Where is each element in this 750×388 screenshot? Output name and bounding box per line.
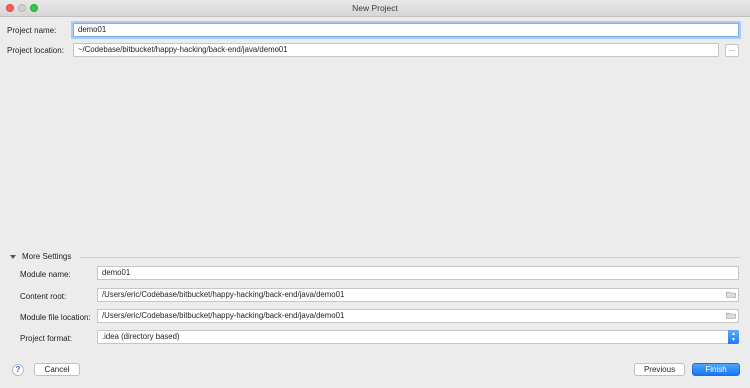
module-file-folder-icon[interactable] <box>726 312 736 319</box>
project-name-input[interactable]: demo01 <box>73 23 739 37</box>
previous-button[interactable]: Previous <box>634 363 685 376</box>
more-settings-label: More Settings <box>22 252 72 261</box>
module-file-location-label: Module file location: <box>20 313 91 322</box>
project-format-label: Project format: <box>20 334 73 343</box>
browse-location-button[interactable]: ... <box>725 44 739 57</box>
content-root-input[interactable]: /Users/eric/Codebase/bitbucket/happy-hac… <box>97 288 739 302</box>
project-format-select[interactable]: .idea (directory based) ▲ ▼ <box>97 330 739 344</box>
select-arrows-icon: ▲ ▼ <box>728 330 739 344</box>
cancel-button[interactable]: Cancel <box>34 363 80 376</box>
content-root-folder-icon[interactable] <box>726 291 736 298</box>
title-bar: New Project <box>0 0 750 17</box>
help-button[interactable]: ? <box>12 364 24 376</box>
more-settings-toggle[interactable]: More Settings <box>10 252 71 261</box>
project-name-label: Project name: <box>7 26 57 35</box>
project-location-label: Project location: <box>7 46 64 55</box>
module-name-input[interactable]: demo01 <box>97 266 739 280</box>
new-project-window: New Project Project name: demo01 Project… <box>0 0 750 388</box>
content-root-label: Content root: <box>20 292 67 301</box>
chevron-down-icon <box>10 254 16 259</box>
project-location-input[interactable]: ~/Codebase/bitbucket/happy-hacking/back-… <box>73 43 719 57</box>
module-name-label: Module name: <box>20 270 71 279</box>
more-settings-divider <box>80 257 740 258</box>
window-title: New Project <box>352 3 398 13</box>
finish-button[interactable]: Finish <box>692 363 740 376</box>
project-format-value: .idea (directory based) <box>102 332 180 341</box>
module-file-location-input[interactable]: /Users/eric/Codebase/bitbucket/happy-hac… <box>97 309 739 323</box>
